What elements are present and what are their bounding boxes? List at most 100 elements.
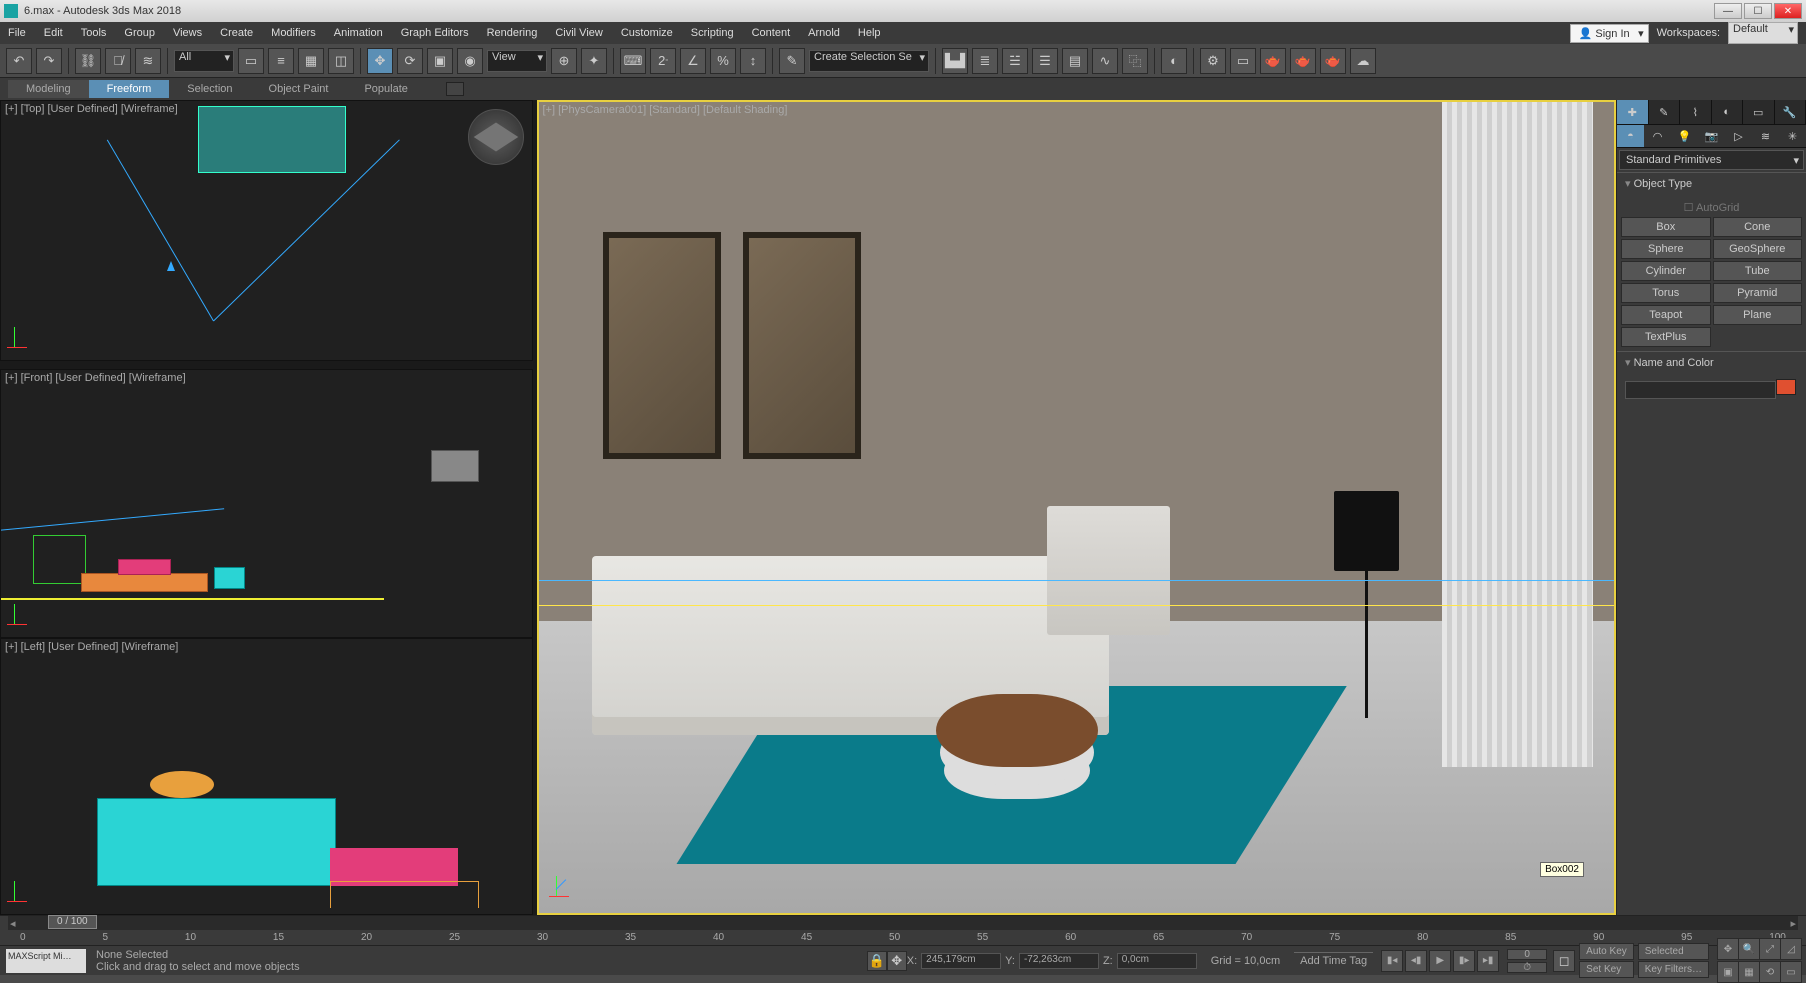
x-input[interactable]: 245,179cm: [921, 953, 1001, 969]
select-rect-button[interactable]: ▦: [298, 48, 324, 74]
selection-lock-button[interactable]: 🔒: [867, 951, 887, 971]
maxscript-listener[interactable]: MAXScript Mi…: [6, 949, 86, 973]
menu-edit[interactable]: Edit: [44, 27, 63, 39]
menu-grapheditors[interactable]: Graph Editors: [401, 27, 469, 39]
render-online-button[interactable]: ☁: [1350, 48, 1376, 74]
cat-lights[interactable]: 💡: [1671, 125, 1698, 147]
prim-pyramid[interactable]: Pyramid: [1713, 283, 1803, 303]
prev-frame-button[interactable]: ◂▮: [1405, 950, 1427, 972]
current-frame-input[interactable]: 0: [1507, 949, 1547, 960]
menu-tools[interactable]: Tools: [81, 27, 107, 39]
viewport-camera-label[interactable]: [+] [PhysCamera001] [Standard] [Default …: [543, 104, 788, 116]
menu-content[interactable]: Content: [752, 27, 791, 39]
render-activeshade-button[interactable]: 🫖: [1320, 48, 1346, 74]
pan-button[interactable]: ✥: [1717, 938, 1739, 960]
menu-help[interactable]: Help: [858, 27, 881, 39]
prim-torus[interactable]: Torus: [1621, 283, 1711, 303]
orbit-button[interactable]: ⟲: [1759, 961, 1781, 983]
zoom-button[interactable]: 🔍: [1738, 938, 1760, 960]
time-slider[interactable]: ◂ 0 / 100 ▸: [8, 916, 1798, 930]
select-scale-button[interactable]: ▣: [427, 48, 453, 74]
menu-customize[interactable]: Customize: [621, 27, 673, 39]
ribbon-toggle-icon[interactable]: [446, 82, 464, 96]
primitive-category-dropdown[interactable]: Standard Primitives: [1619, 150, 1804, 170]
menu-civilview[interactable]: Civil View: [555, 27, 602, 39]
maximize-button[interactable]: ☐: [1744, 3, 1772, 19]
close-button[interactable]: ✕: [1774, 3, 1802, 19]
cat-geometry[interactable]: ◓: [1617, 125, 1644, 147]
cp-tab-create[interactable]: ✚: [1617, 100, 1649, 124]
zoom-extents-button[interactable]: ▣: [1717, 961, 1739, 983]
prim-geosphere[interactable]: GeoSphere: [1713, 239, 1803, 259]
zoom-all-button[interactable]: ⤢: [1759, 938, 1781, 960]
cat-cameras[interactable]: 📷: [1698, 125, 1725, 147]
next-frame-button[interactable]: ▮▸: [1453, 950, 1475, 972]
menu-file[interactable]: File: [8, 27, 26, 39]
transform-type-in-button[interactable]: ✥: [887, 951, 907, 971]
z-input[interactable]: 0,0cm: [1117, 953, 1197, 969]
rollout-name-color[interactable]: Name and Color: [1617, 351, 1806, 373]
prim-teapot[interactable]: Teapot: [1621, 305, 1711, 325]
ribbon-tab-freeform[interactable]: Freeform: [89, 80, 170, 98]
cat-helpers[interactable]: ▷: [1725, 125, 1752, 147]
viewport-top-label[interactable]: [+] [Top] [User Defined] [Wireframe]: [5, 103, 178, 115]
prim-sphere[interactable]: Sphere: [1621, 239, 1711, 259]
menu-scripting[interactable]: Scripting: [691, 27, 734, 39]
percent-snap-button[interactable]: %: [710, 48, 736, 74]
ribbon-tab-populate[interactable]: Populate: [346, 80, 425, 98]
cp-tab-motion[interactable]: ◐: [1712, 100, 1744, 124]
viewport-front[interactable]: [+] [Front] [User Defined] [Wireframe]: [0, 369, 533, 638]
select-move-button[interactable]: ✥: [367, 48, 393, 74]
ribbon-tab-modeling[interactable]: Modeling: [8, 80, 89, 98]
selection-filter-dropdown[interactable]: All: [174, 50, 234, 72]
schematic-view-button[interactable]: ⿻: [1122, 48, 1148, 74]
refcoord-dropdown[interactable]: View: [487, 50, 547, 72]
time-ruler[interactable]: 0 5 10 15 20 25 30 35 40 45 50 55 60 65 …: [0, 930, 1806, 945]
menu-group[interactable]: Group: [124, 27, 155, 39]
manipulate-button[interactable]: ✦: [581, 48, 607, 74]
y-input[interactable]: -72,263cm: [1019, 953, 1099, 969]
play-button[interactable]: ▶: [1429, 950, 1451, 972]
key-mode-dropdown[interactable]: Selected: [1638, 943, 1709, 960]
cp-tab-hierarchy[interactable]: ⌇: [1680, 100, 1712, 124]
render-iterative-button[interactable]: 🫖: [1290, 48, 1316, 74]
time-slider-thumb[interactable]: 0 / 100: [48, 915, 97, 929]
keyboard-shortcut-override-button[interactable]: ⌨: [620, 48, 646, 74]
rollout-object-type[interactable]: Object Type: [1617, 172, 1806, 194]
redo-button[interactable]: ↷: [36, 48, 62, 74]
menu-rendering[interactable]: Rendering: [487, 27, 538, 39]
unlink-button[interactable]: ⛓̸: [105, 48, 131, 74]
autokey-button[interactable]: Auto Key: [1579, 943, 1634, 960]
window-crossing-button[interactable]: ◫: [328, 48, 354, 74]
layer-explorer-button[interactable]: ☱: [1002, 48, 1028, 74]
select-rotate-button[interactable]: ⟳: [397, 48, 423, 74]
toggle-scene-explorer-button[interactable]: ☰: [1032, 48, 1058, 74]
setkey-button[interactable]: Set Key: [1579, 961, 1634, 978]
select-by-name-button[interactable]: ≡: [268, 48, 294, 74]
menu-animation[interactable]: Animation: [334, 27, 383, 39]
angle-snap-button[interactable]: ∠: [680, 48, 706, 74]
toggle-ribbon-button[interactable]: ▤: [1062, 48, 1088, 74]
ribbon-tab-objectpaint[interactable]: Object Paint: [251, 80, 347, 98]
time-config-button[interactable]: ⏱: [1507, 962, 1547, 973]
goto-start-button[interactable]: ▮◂: [1381, 950, 1403, 972]
cat-shapes[interactable]: ◠: [1644, 125, 1671, 147]
link-button[interactable]: ⛓: [75, 48, 101, 74]
spinner-snap-button[interactable]: ↕: [740, 48, 766, 74]
fov-button[interactable]: ◿: [1780, 938, 1802, 960]
menu-views[interactable]: Views: [173, 27, 202, 39]
maximize-viewport-button[interactable]: ▭: [1780, 961, 1802, 983]
key-filters-button[interactable]: Key Filters…: [1638, 961, 1709, 978]
viewcube-icon[interactable]: [468, 109, 524, 165]
ribbon-tab-selection[interactable]: Selection: [169, 80, 250, 98]
prim-cone[interactable]: Cone: [1713, 217, 1803, 237]
cp-tab-display[interactable]: ▭: [1743, 100, 1775, 124]
edit-named-sel-button[interactable]: ✎: [779, 48, 805, 74]
snap-2d-button[interactable]: 2▫: [650, 48, 676, 74]
workspaces-dropdown[interactable]: Default: [1728, 22, 1798, 44]
cat-spacewarps[interactable]: ≋: [1752, 125, 1779, 147]
viewport-top[interactable]: [+] [Top] [User Defined] [Wireframe]: [0, 100, 533, 361]
render-setup-button[interactable]: ⚙: [1200, 48, 1226, 74]
add-time-tag-button[interactable]: Add Time Tag: [1294, 952, 1373, 969]
mirror-button[interactable]: ▙▟: [942, 48, 968, 74]
